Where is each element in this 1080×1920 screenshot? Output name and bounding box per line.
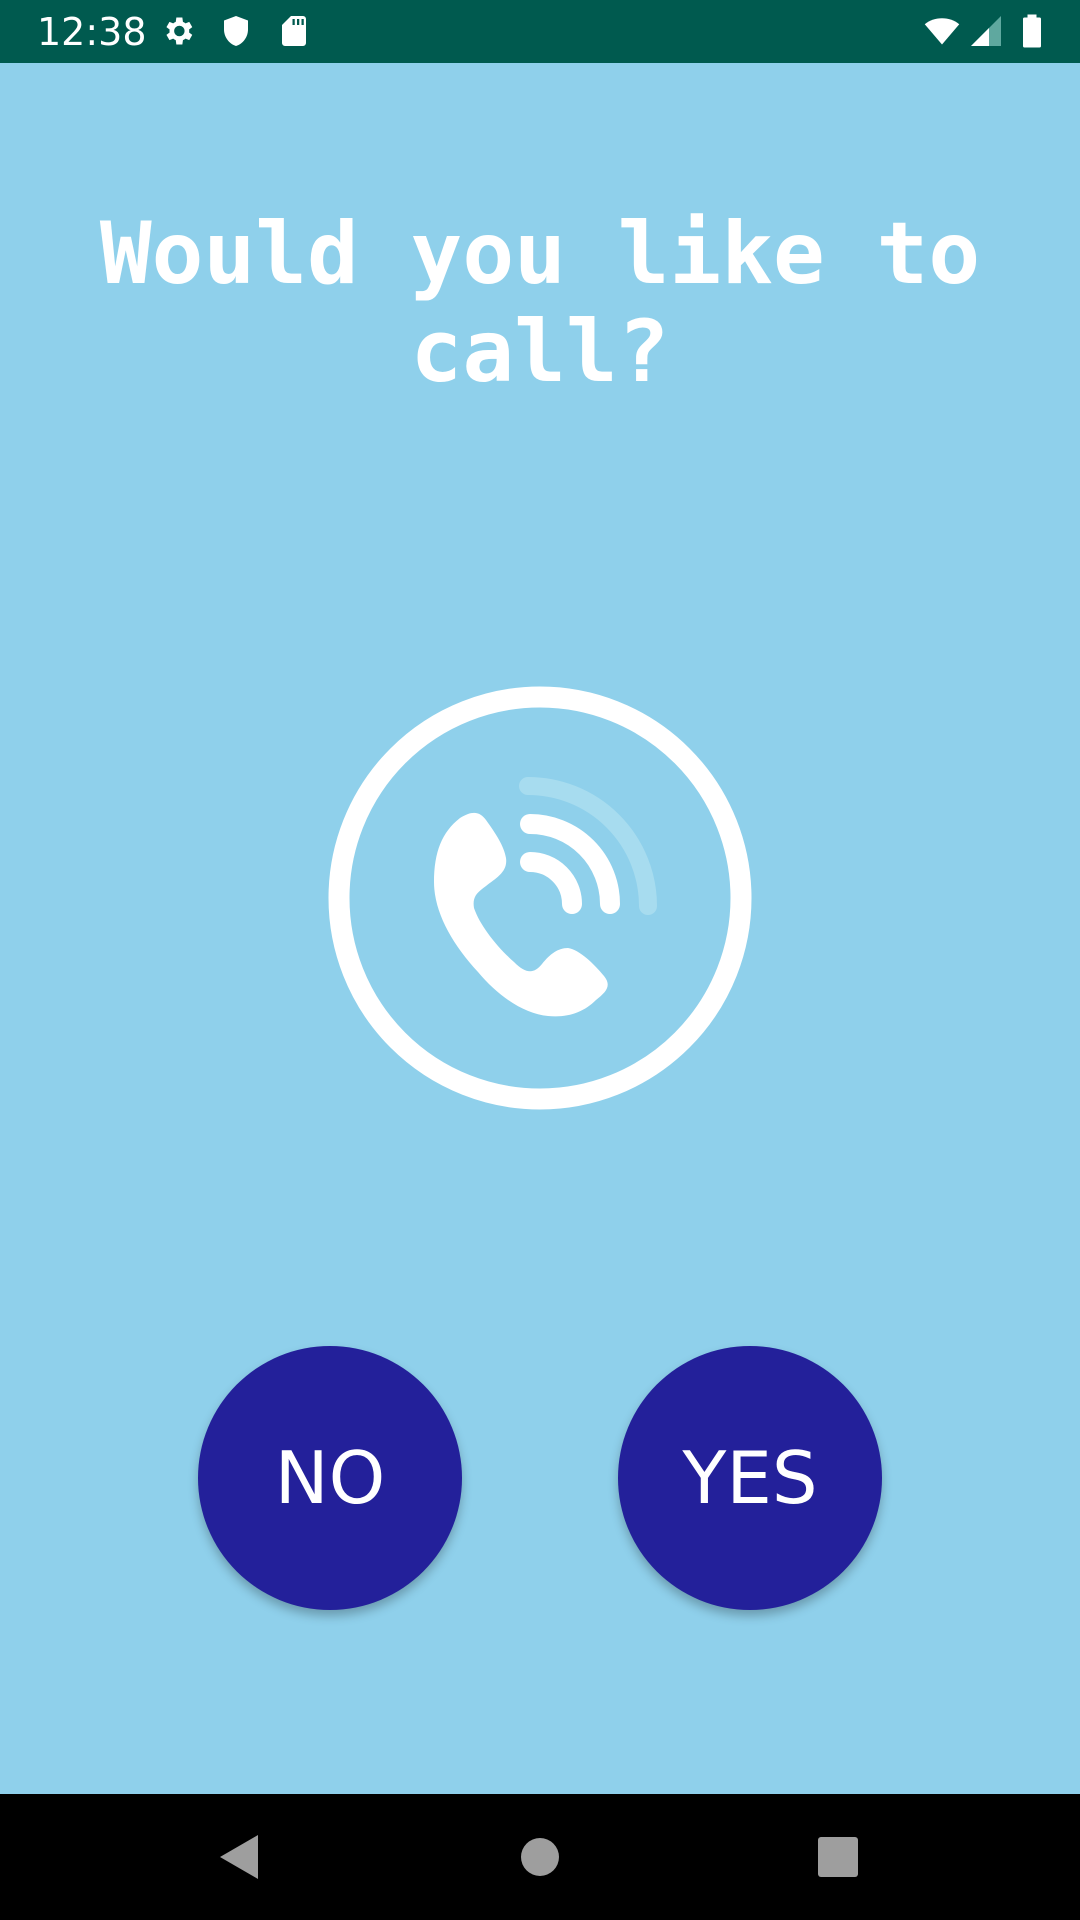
recents-icon[interactable] [810, 1829, 866, 1885]
yes-button[interactable]: YES [618, 1346, 882, 1610]
status-bar: 12:38 [0, 0, 1080, 63]
shield-icon [218, 13, 254, 49]
back-icon[interactable] [212, 1829, 268, 1885]
phone-call-icon [328, 686, 752, 1110]
navigation-bar [0, 1794, 1080, 1920]
gear-icon [160, 13, 196, 49]
status-time: 12:38 [37, 10, 147, 54]
call-confirmation-screen: 12:38 Would you like to call? NO YES [0, 0, 1080, 1920]
call-question-heading: Would you like to call? [99, 204, 981, 402]
wifi-icon [920, 13, 964, 49]
cell-signal-icon [968, 13, 1004, 49]
home-icon[interactable] [512, 1829, 568, 1885]
battery-icon [1014, 13, 1050, 49]
no-button[interactable]: NO [198, 1346, 462, 1610]
sd-card-icon [276, 13, 312, 49]
